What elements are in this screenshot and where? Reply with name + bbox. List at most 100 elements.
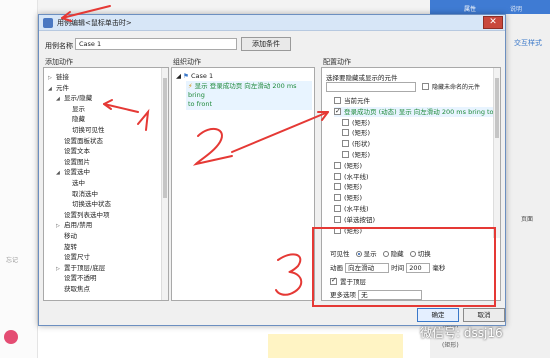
checkbox-icon[interactable] <box>334 97 341 104</box>
element-row-label: (形状) <box>352 140 371 149</box>
element-row-label: (水平线) <box>344 205 369 213</box>
expand-icon[interactable]: ▷ <box>56 264 64 274</box>
tree-item[interactable]: ▷ 启用/禁用 <box>56 220 92 230</box>
hide-unnamed-label: 隐藏未命名的元件 <box>432 84 481 91</box>
tree-item-label: 显示/隐藏 <box>64 94 93 103</box>
tree-item-label: 切换可见性 <box>72 126 105 134</box>
expand-icon[interactable]: ▷ <box>48 73 56 83</box>
tree-item[interactable]: 显示 <box>64 104 85 114</box>
element-row-label: (矩形) <box>344 183 363 192</box>
expand-icon[interactable]: ◢ <box>56 168 64 178</box>
tree-item[interactable]: 取消选中 <box>64 189 98 199</box>
elements-scrollbar[interactable] <box>493 68 500 238</box>
tree-item[interactable]: 切换可见性 <box>64 125 105 135</box>
expand-icon[interactable]: ◢ <box>56 94 64 104</box>
element-row[interactable]: 登录成功页 (动态) 显示 向左滑动 200 ms bring to front <box>334 106 500 117</box>
case-icon: ⚑ <box>183 72 189 80</box>
element-row[interactable]: (矩形) <box>334 193 362 203</box>
tree-item[interactable]: 切换选中状态 <box>64 199 111 209</box>
element-row[interactable]: (水平线) <box>334 204 369 214</box>
checkbox-icon[interactable] <box>334 194 341 202</box>
tree-item[interactable]: 移动 <box>56 231 77 241</box>
tree-item-label: 隐藏 <box>72 115 85 124</box>
tree-item-label: 元件 <box>56 83 69 92</box>
tree-item[interactable]: 隐藏 <box>64 114 85 124</box>
expand-icon[interactable]: ◢ <box>48 84 56 94</box>
element-row-label: (矩形) <box>352 151 371 159</box>
tree-item[interactable]: ◢ 元件 <box>48 83 69 93</box>
checkbox-icon[interactable] <box>342 118 349 126</box>
element-row[interactable]: 当前元件 <box>334 96 370 106</box>
element-row[interactable]: (水平线) <box>334 172 369 182</box>
checkbox-icon[interactable] <box>334 215 341 223</box>
action-item[interactable]: ⚡ 显示 登录成功页 向左滑动 200 ms bring to front <box>186 81 312 110</box>
expand-icon[interactable]: ▷ <box>56 221 64 231</box>
cancel-button[interactable]: 取消 <box>463 308 505 322</box>
tree-item[interactable]: 设置尺寸 <box>56 252 90 262</box>
tree-item-label: 置于顶层/底层 <box>64 263 106 272</box>
tree-item-label: 取消选中 <box>72 189 98 198</box>
element-row-label: (水平线) <box>344 172 369 181</box>
tree-item-label: 链接 <box>56 73 69 81</box>
element-row[interactable]: (矩形) <box>334 182 362 192</box>
tab-properties[interactable]: 属性 <box>464 4 476 13</box>
tree-item[interactable]: 旋转 <box>56 242 77 252</box>
tree-item[interactable]: 设置面板状态 <box>56 136 103 146</box>
organize-actions-heading: 组织动作 <box>173 58 201 66</box>
scrollbar-thumb[interactable] <box>163 78 167 198</box>
organize-actions-panel[interactable]: ◢ ⚑ Case 1 ⚡ 显示 登录成功页 向左滑动 200 ms bring … <box>171 67 315 301</box>
hide-unnamed-checkbox[interactable]: 隐藏未命名的元件 <box>422 82 480 91</box>
close-button[interactable]: ✕ <box>483 16 503 29</box>
element-row[interactable]: (矩形) <box>342 150 370 160</box>
add-action-tree[interactable]: ▷ 链接 ◢ 元件 ◢ 显示/隐藏 显示 隐藏 切换可见性 设置面板状态 设置文本 设置图片 ◢ 设置选中… <box>43 67 169 301</box>
element-row[interactable]: (矩形) <box>334 161 362 171</box>
element-row-label: (矩形) <box>352 118 371 127</box>
background-left-label: 忘记 <box>6 257 19 264</box>
tree-item[interactable]: ◢ 设置选中 <box>56 167 90 177</box>
interaction-style-link[interactable]: 交互样式 <box>514 38 542 48</box>
dialog-titlebar[interactable]: 用例编辑<鼠标单击时> ✕ <box>39 15 505 31</box>
element-row-label: (矩形) <box>344 194 363 203</box>
tree-item[interactable]: 获取焦点 <box>56 284 90 294</box>
tree-item[interactable]: 设置文本 <box>56 146 90 156</box>
tree-item[interactable]: ▷ 链接 <box>48 72 69 82</box>
annotation-red-box <box>312 227 496 307</box>
element-row[interactable]: (单选按钮) <box>334 215 375 225</box>
element-row[interactable]: (形状) <box>342 139 370 149</box>
element-row-label: (矩形) <box>352 129 371 138</box>
element-row-label: (单选按钮) <box>344 215 376 224</box>
tree-item[interactable]: ▷ 置于顶层/底层 <box>56 263 105 273</box>
tree-item[interactable]: 设置图片 <box>56 157 90 167</box>
checkbox-icon[interactable] <box>334 205 341 212</box>
element-row-label: (矩形) <box>344 161 363 170</box>
filter-input[interactable] <box>326 82 416 92</box>
tree-item[interactable]: 设置不透明 <box>56 273 97 283</box>
checkbox-checked-icon[interactable] <box>334 106 341 116</box>
checkbox-icon[interactable] <box>334 183 341 191</box>
lightning-icon: ⚡ <box>188 82 193 90</box>
checkbox-icon[interactable] <box>342 151 349 158</box>
tab-notes[interactable]: 说明 <box>510 4 522 13</box>
element-row[interactable]: (矩形) <box>342 128 370 138</box>
add-condition-button[interactable]: 添加条件 <box>241 37 291 51</box>
checkbox-icon[interactable] <box>342 129 349 137</box>
tree-item[interactable]: 选中 <box>64 178 85 188</box>
case-node-label: Case 1 <box>190 72 214 80</box>
element-row[interactable]: (矩形) <box>342 118 370 128</box>
case-node[interactable]: ◢ ⚑ Case 1 <box>176 72 213 80</box>
tree-item-label: 设置不透明 <box>64 274 97 283</box>
page-label: 页面 <box>521 216 534 223</box>
checkbox-icon[interactable] <box>334 172 341 180</box>
tree-item-label: 获取焦点 <box>64 285 90 293</box>
tree-scrollbar[interactable] <box>161 68 168 300</box>
checkbox-icon[interactable] <box>334 161 341 169</box>
ok-button[interactable]: 确定 <box>417 308 459 322</box>
tree-item[interactable]: ◢ 显示/隐藏 <box>56 93 92 103</box>
checkbox-icon[interactable] <box>342 140 349 148</box>
tree-item-label: 显示 <box>72 104 85 113</box>
tree-item-label: 设置尺寸 <box>64 253 90 262</box>
case-name-input[interactable]: Case 1 <box>75 38 237 50</box>
tree-item-label: 设置文本 <box>64 147 90 156</box>
tree-item[interactable]: 设置列表选中项 <box>56 210 110 220</box>
scrollbar-thumb[interactable] <box>495 78 499 138</box>
